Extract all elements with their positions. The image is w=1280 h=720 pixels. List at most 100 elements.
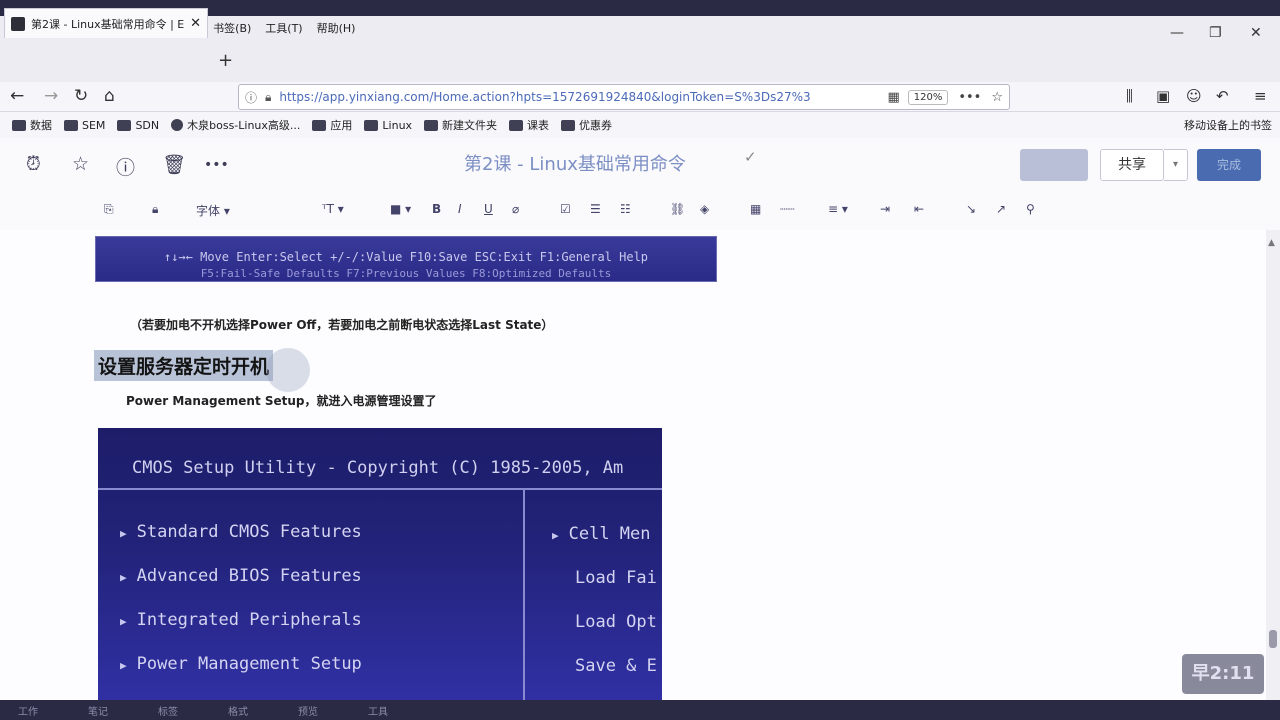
note-paragraph: （若要加电不开机选择Power Off，若要加电之前断电状态选择Last Sta…	[130, 318, 554, 332]
bookmark-item[interactable]: 应用	[312, 117, 352, 133]
bookmark-item[interactable]: SDN	[117, 119, 159, 132]
menu-tools[interactable]: 工具(T)	[258, 16, 309, 42]
folder-icon	[312, 119, 327, 131]
bookmark-item[interactable]: 木泉boss-Linux高级...	[171, 117, 300, 133]
minimize-button[interactable]: —	[1170, 25, 1184, 41]
menu-bookmarks[interactable]: 书签(B)	[206, 16, 258, 42]
subscript-icon[interactable]: ↗	[996, 202, 1006, 216]
folder-icon	[561, 119, 576, 131]
bottom-label: 工具	[368, 706, 388, 718]
format-toolbar	[0, 190, 1280, 230]
cmos-menu-label: Standard CMOS Features	[136, 522, 362, 542]
cmos-menu-label: Power Management Setup	[136, 654, 362, 674]
cmos-menu-item: Load Opt	[575, 612, 657, 632]
tab-active[interactable]: 第2课 - Linux基础常用命令 | E ✕	[4, 8, 208, 38]
bottom-label: 预览	[298, 706, 318, 718]
new-tab-button[interactable]: +	[218, 50, 233, 71]
align-icon[interactable]: ≡ ▾	[828, 202, 848, 216]
superscript-icon[interactable]: ↘	[966, 202, 976, 216]
cmos-menu-item: ▶ Advanced BIOS Features	[120, 566, 362, 586]
bookmark-label: 应用	[330, 119, 353, 132]
bookmark-item[interactable]: 优惠券	[561, 117, 612, 133]
library-icon[interactable]: ⫼	[1126, 87, 1133, 105]
home-icon[interactable]: ⌂	[104, 86, 115, 106]
bookmark-item[interactable]: 数据	[12, 117, 52, 133]
shortcut-star-icon[interactable]: ☆	[72, 153, 89, 175]
page-actions-icon[interactable]: •••	[958, 90, 981, 105]
bookmark-item[interactable]: 课表	[509, 117, 549, 133]
forward-icon[interactable]: →	[44, 86, 58, 106]
bookmark-item[interactable]: SEM	[64, 119, 105, 132]
cmos-menu-item: Save & E	[575, 656, 657, 676]
note-info-icon[interactable]: ⓘ	[116, 153, 135, 180]
tab-close-icon[interactable]: ✕	[190, 16, 201, 31]
link-icon[interactable]: ⛓︎	[670, 202, 685, 216]
font-dropdown[interactable]: 字体 ▾	[196, 202, 230, 219]
zoom-level[interactable]: 120%	[907, 89, 949, 105]
note-paragraph: Power Management Setup，就进入电源管理设置了	[126, 394, 437, 408]
restore-button[interactable]: ❐	[1209, 25, 1222, 41]
outdent-icon[interactable]: ⇤	[914, 202, 924, 216]
qr-icon[interactable]: ▦	[887, 90, 899, 105]
reload-icon[interactable]: ↻	[74, 86, 88, 106]
more-options-icon[interactable]: •••	[204, 157, 229, 173]
bookmark-label: Linux	[382, 118, 413, 132]
bottom-label: 标签	[158, 706, 178, 718]
cmos-menu-item: ▶ Power Management Setup	[120, 654, 362, 674]
strikethrough-icon[interactable]: ⚲	[1026, 202, 1035, 216]
bookmark-label: 优惠券	[579, 119, 613, 132]
scroll-thumb[interactable]	[1269, 630, 1277, 648]
cmos-menu-label: Cell Men	[568, 524, 651, 544]
bookmark-label: 木泉boss-Linux高级...	[187, 119, 301, 132]
done-button[interactable]: 完成	[1197, 149, 1261, 181]
bullet-list-icon[interactable]: ☰	[590, 202, 601, 216]
note-title[interactable]: 第2课 - Linux基础常用命令	[464, 150, 686, 176]
checkbox-icon[interactable]: ☑	[560, 202, 571, 216]
present-button[interactable]	[1020, 149, 1088, 181]
bold-icon[interactable]: B	[432, 202, 441, 216]
italic-icon[interactable]: I	[458, 202, 462, 216]
font-size-icon[interactable]: ᵀT ▾	[322, 202, 344, 216]
attach-icon[interactable]: ⎘	[104, 202, 114, 217]
folder-icon	[509, 119, 524, 131]
cmos-divider-horizontal	[98, 488, 662, 490]
scroll-up-icon[interactable]: ▲	[1268, 238, 1275, 248]
navigation-bar: ← → ↻ ⌂ ⓘ 🔒︎ https://app.yinxiang.com/Ho…	[0, 82, 1280, 112]
close-window-button[interactable]: ✕	[1250, 25, 1262, 41]
bookmark-item[interactable]: 新建文件夹	[424, 117, 497, 133]
undo-icon[interactable]: ↶	[1216, 87, 1229, 105]
table-icon[interactable]: ▦	[750, 202, 761, 216]
account-icon[interactable]: ☺	[1186, 87, 1202, 105]
triangle-icon: ▶	[120, 615, 127, 628]
url-bar[interactable]: ⓘ 🔒︎ https://app.yinxiang.com/Home.actio…	[238, 84, 1010, 110]
share-button[interactable]: 共享	[1100, 149, 1164, 181]
bookmark-label: 新建文件夹	[442, 119, 498, 132]
sidebar-icon[interactable]: ▣	[1156, 87, 1170, 105]
lock-note-icon[interactable]: 🔒︎	[152, 202, 158, 217]
bios-help-line-1: ↑↓→← Move Enter:Select +/-/:Value F10:Sa…	[163, 250, 649, 264]
bookmark-label: SEM	[82, 118, 106, 132]
text-color-icon[interactable]: ■ ▾	[390, 202, 411, 216]
indent-icon[interactable]: ⇥	[880, 202, 890, 216]
share-dropdown-icon[interactable]: ▾	[1164, 149, 1188, 181]
info-icon[interactable]: ⓘ	[245, 89, 257, 106]
section-heading-selected[interactable]: 设置服务器定时开机	[94, 350, 274, 381]
hamburger-menu-icon[interactable]: ≡	[1254, 87, 1267, 105]
bookmark-star-icon[interactable]: ☆	[991, 90, 1003, 105]
numbered-list-icon[interactable]: ☷	[620, 202, 631, 216]
eraser-icon[interactable]: ◈	[700, 202, 709, 216]
bookmark-label: 课表	[527, 119, 550, 132]
underline-icon[interactable]: U	[484, 202, 493, 216]
bookmark-item[interactable]: Linux	[364, 119, 412, 132]
divider-icon[interactable]: ┈┈	[780, 202, 794, 216]
triangle-icon: ▶	[552, 529, 559, 542]
mobile-bookmarks[interactable]: 移动设备上的书签	[1184, 117, 1272, 133]
back-icon[interactable]: ←	[10, 86, 24, 106]
highlight-icon[interactable]: ⌀	[512, 202, 519, 216]
reminder-icon[interactable]: ⏰︎	[26, 153, 41, 175]
trash-icon[interactable]: 🗑︎	[162, 153, 186, 176]
folder-icon	[424, 119, 439, 131]
menu-help[interactable]: 帮助(H)	[310, 16, 363, 42]
vertical-scrollbar[interactable]: ▲	[1266, 230, 1280, 700]
url-text[interactable]: https://app.yinxiang.com/Home.action?hpt…	[279, 90, 877, 104]
